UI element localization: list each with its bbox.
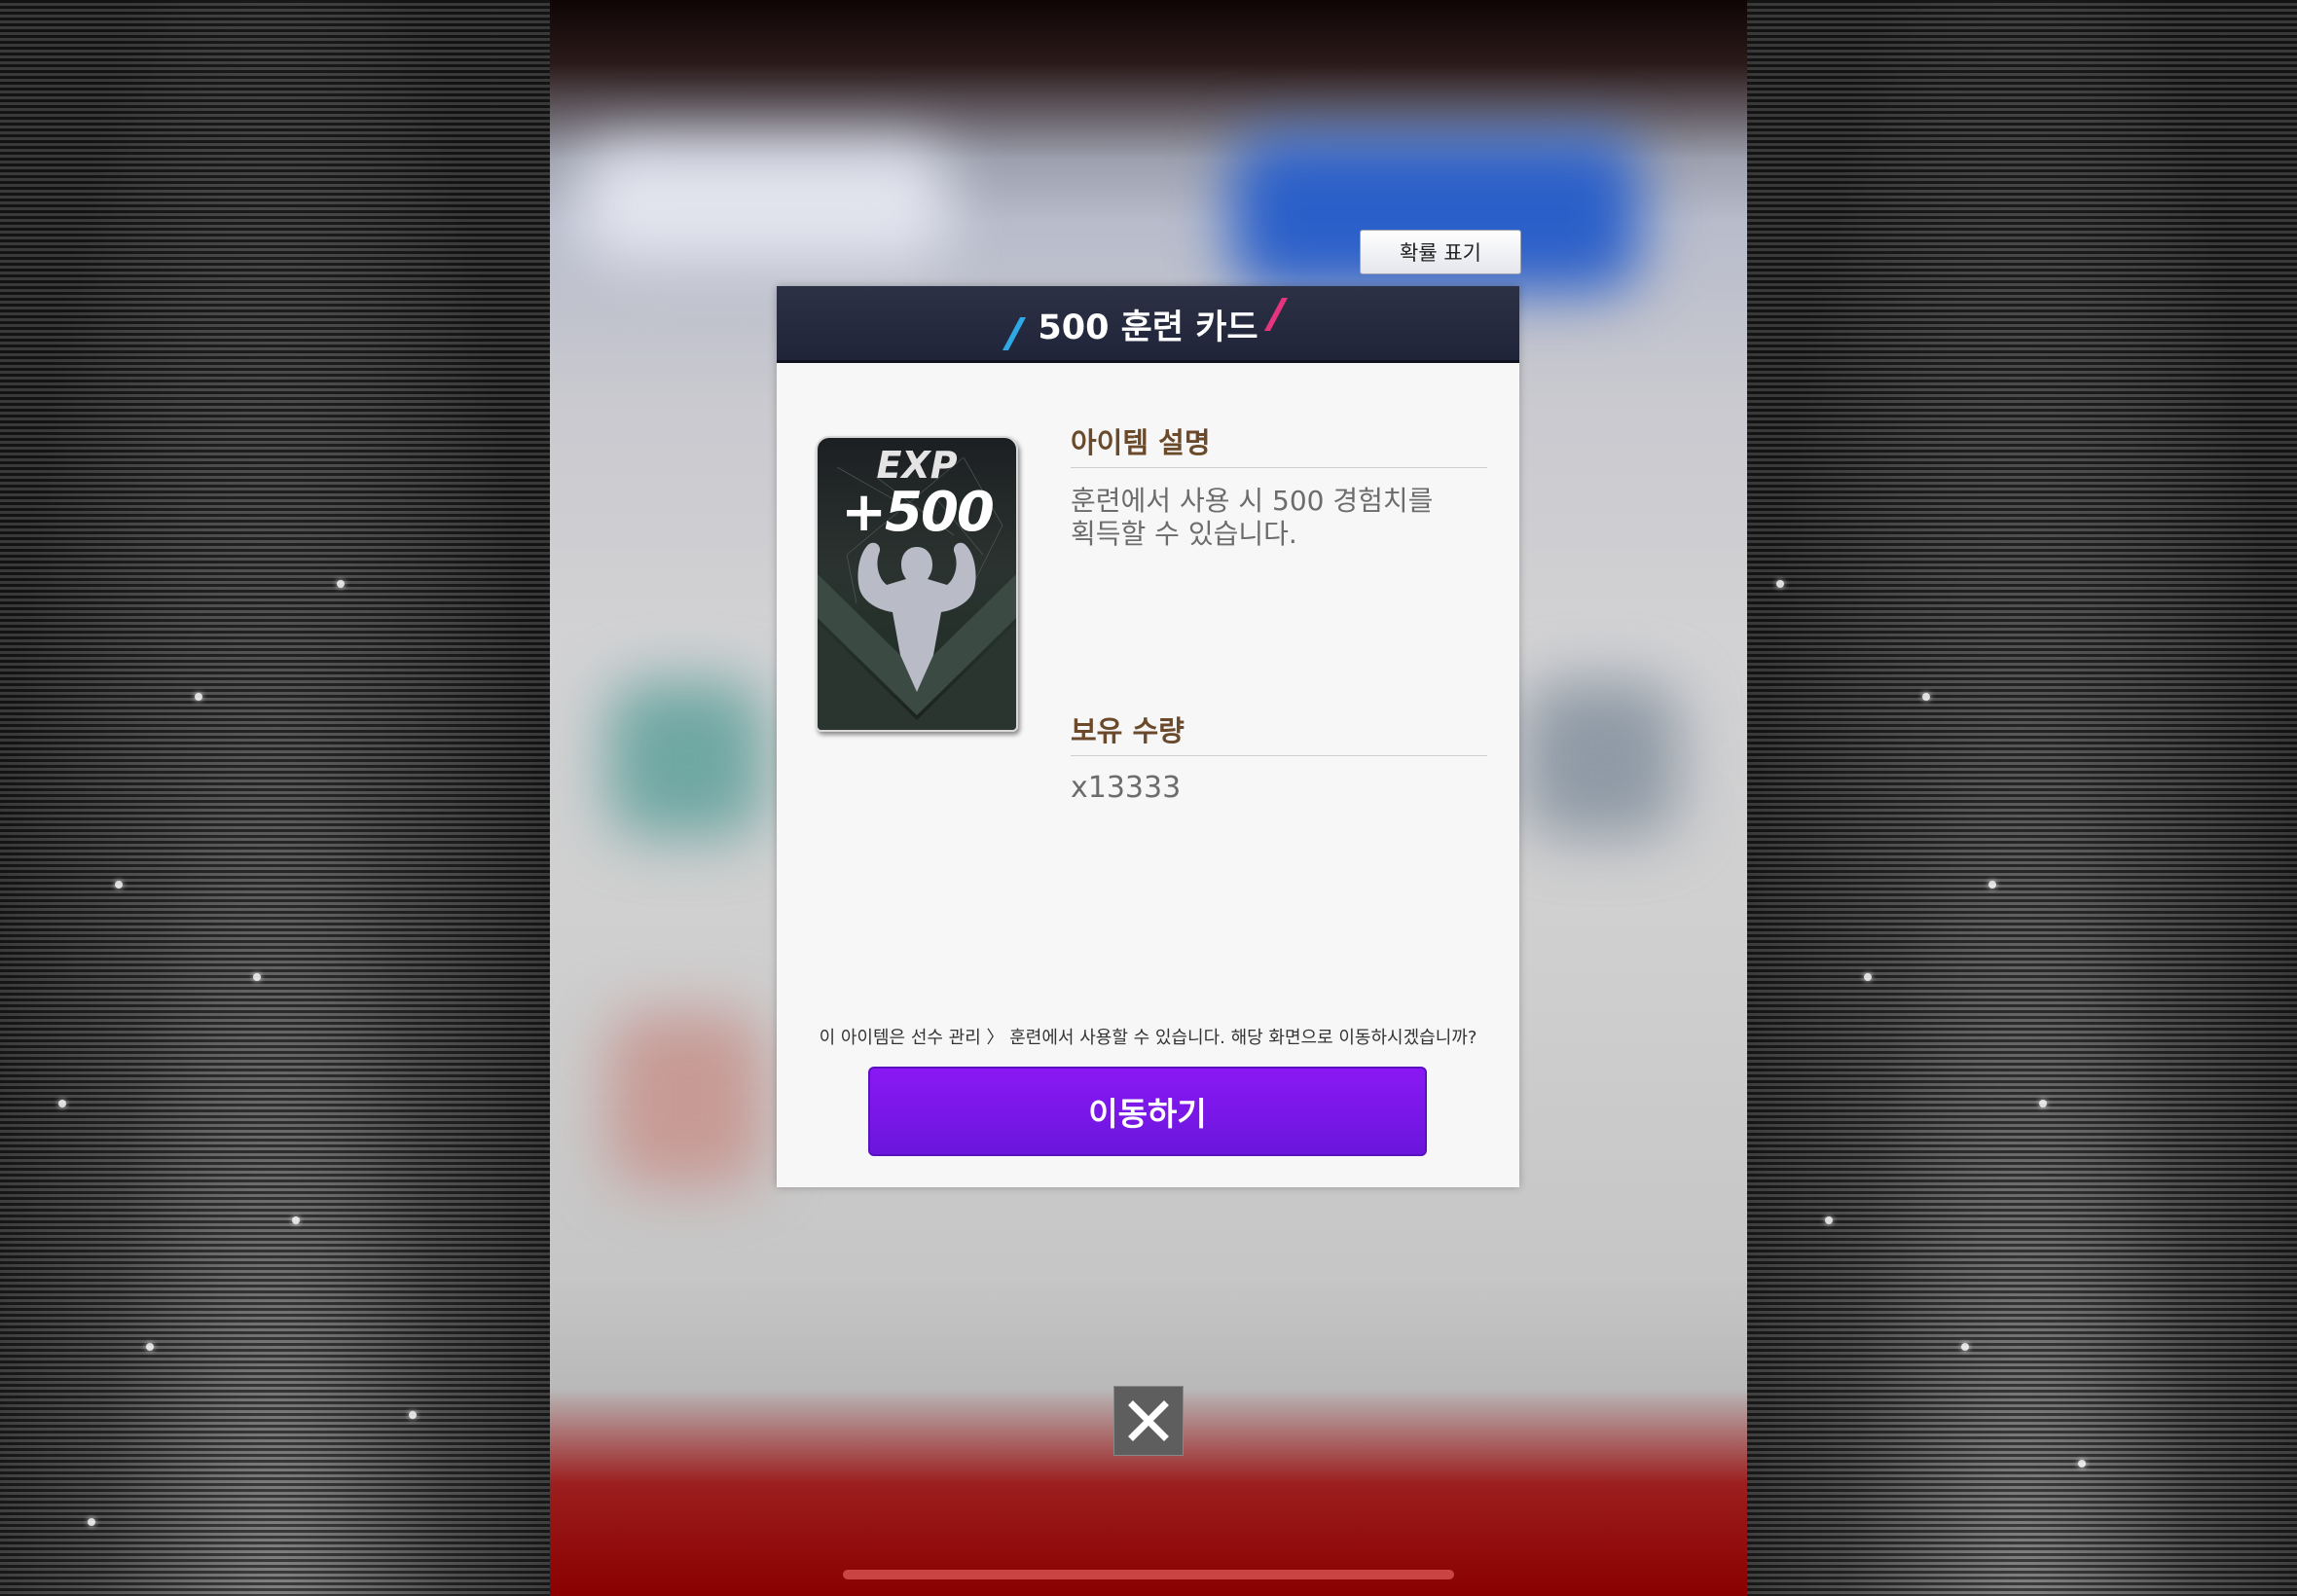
home-indicator[interactable] (843, 1570, 1454, 1579)
item-dialog: 500 훈련 카드 EXP +500 아이템 설명 훈련에서 사용 시 500 … (777, 286, 1519, 1187)
left-background-panel (0, 0, 550, 1596)
card-value-label: +500 (841, 481, 995, 544)
sparkle (337, 580, 345, 588)
probability-button[interactable]: 확률 표기 (1360, 230, 1521, 274)
sparkle (1825, 1216, 1833, 1224)
sparkle (88, 1518, 95, 1526)
sparkle (115, 881, 123, 889)
sparkle (195, 693, 202, 701)
sparkle (409, 1411, 417, 1419)
sparkle (2039, 1100, 2047, 1107)
description-text: 훈련에서 사용 시 500 경험치를 획득할 수 있습니다. (1071, 485, 1479, 551)
sparkle (1961, 1343, 1969, 1351)
blurred-shape (608, 1012, 764, 1187)
game-screen: 확률 표기 500 훈련 카드 EXP +500 아이템 설명 훈련에서 사용 … (0, 0, 2297, 1596)
right-background-panel (1747, 0, 2297, 1596)
move-button[interactable]: 이동하기 (868, 1067, 1427, 1156)
blurred-shape (579, 146, 949, 263)
close-button[interactable] (1113, 1386, 1184, 1456)
sparkle (2078, 1460, 2086, 1468)
sparkle (292, 1216, 300, 1224)
description-line: 훈련에서 사용 시 500 경험치를 (1071, 485, 1434, 517)
description-divider (1071, 467, 1487, 468)
navigation-notice: 이 아이템은 선수 관리 〉 훈련에서 사용할 수 있습니다. 해당 화면으로 … (819, 1028, 1477, 1048)
sparkle (1922, 693, 1930, 701)
description-line: 획득할 수 있습니다. (1071, 518, 1297, 550)
sparkle (1864, 973, 1872, 981)
quantity-value: x13333 (1071, 771, 1182, 805)
quantity-title: 보유 수량 (1071, 714, 1185, 747)
sparkle (1776, 580, 1784, 588)
blurred-shape (608, 681, 764, 837)
sparkle (1988, 881, 1996, 889)
description-title: 아이템 설명 (1071, 426, 1211, 459)
training-card-image: EXP +500 (816, 436, 1018, 732)
dialog-header: 500 훈련 카드 (777, 286, 1519, 363)
blurred-shape (1523, 681, 1679, 837)
sparkle (253, 973, 261, 981)
sparkle (146, 1343, 154, 1351)
quantity-divider (1071, 755, 1487, 756)
dialog-title: 500 훈련 카드 (1038, 308, 1258, 347)
close-icon (1128, 1400, 1169, 1441)
sparkle (58, 1100, 66, 1107)
